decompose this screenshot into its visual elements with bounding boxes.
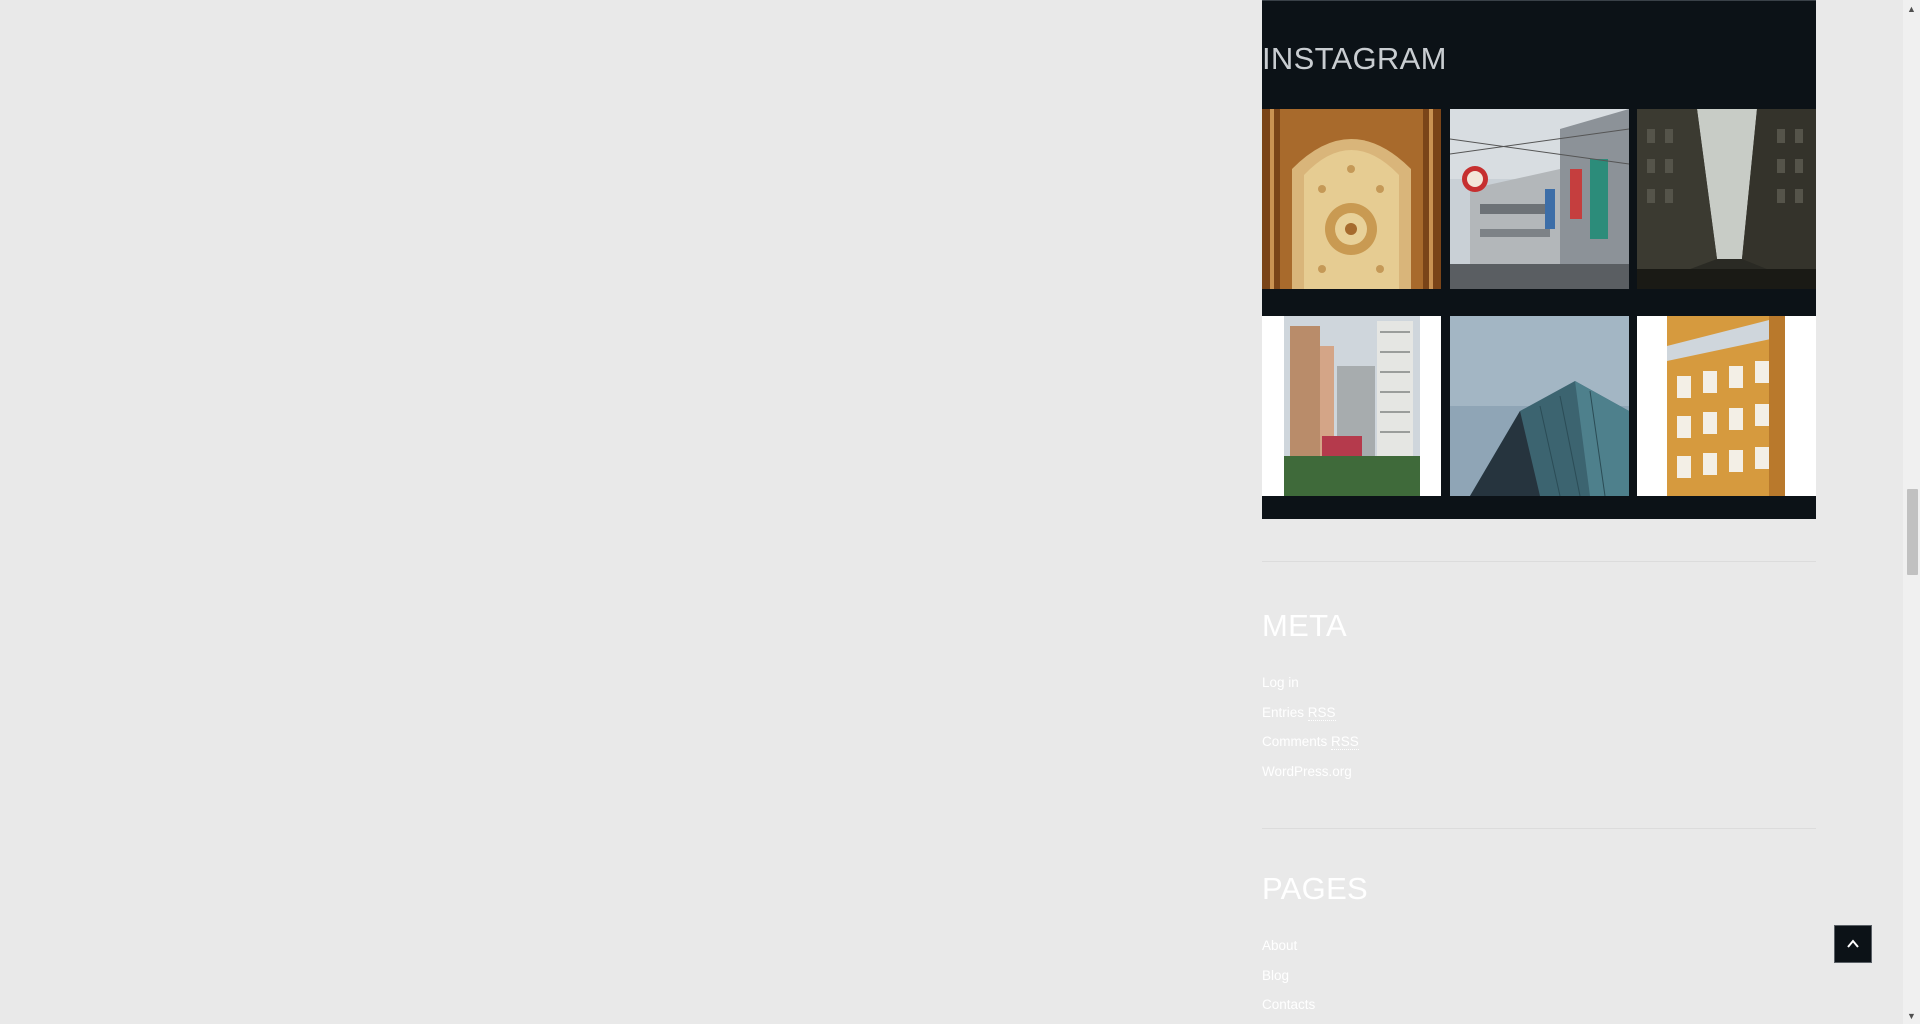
blog-link[interactable]: Blog xyxy=(1262,968,1289,983)
pages-title: PAGES xyxy=(1262,871,1369,906)
pages-item-blog: Blog xyxy=(1262,966,1315,996)
pages-item-about: About xyxy=(1262,936,1315,966)
instagram-photo-skyscraper[interactable] xyxy=(1450,316,1629,496)
entries-rss-label: Entries xyxy=(1262,704,1308,720)
meta-list: Log in Entries RSS Comments RSS WordPres… xyxy=(1262,673,1359,791)
instagram-photo-city-street[interactable] xyxy=(1637,109,1816,289)
instagram-photo-towers[interactable] xyxy=(1262,316,1441,496)
widget-divider xyxy=(1262,828,1816,829)
vertical-scrollbar[interactable]: ▲ ▼ xyxy=(1903,0,1920,1024)
meta-item-comments-rss: Comments RSS xyxy=(1262,732,1359,762)
triangle-down-icon: ▼ xyxy=(1907,1010,1916,1021)
wordpress-org-link[interactable]: WordPress.org xyxy=(1262,764,1352,779)
instagram-widget: INSTAGRAM xyxy=(1262,0,1816,519)
comments-rss-link[interactable]: Comments RSS xyxy=(1262,734,1359,750)
pages-list: About Blog Contacts xyxy=(1262,936,1315,1024)
chevron-up-icon xyxy=(1847,939,1859,948)
page: INSTAGRAM META Log in Entries RSS Commen… xyxy=(0,0,1920,1024)
comments-rss-label: Comments xyxy=(1262,734,1332,749)
scroll-up-button[interactable]: ▲ xyxy=(1903,0,1920,17)
instagram-photo-orange-building[interactable] xyxy=(1637,316,1816,496)
meta-item-login: Log in xyxy=(1262,673,1359,703)
entries-rss-link[interactable]: Entries RSS xyxy=(1262,704,1336,721)
meta-item-wordpress: WordPress.org xyxy=(1262,762,1359,792)
scroll-down-button[interactable]: ▼ xyxy=(1903,1007,1920,1024)
instagram-photo-door[interactable] xyxy=(1262,109,1441,289)
login-link[interactable]: Log in xyxy=(1262,675,1299,690)
back-to-top-button[interactable] xyxy=(1834,925,1872,963)
sidebar: INSTAGRAM META Log in Entries RSS Commen… xyxy=(1262,0,1816,1012)
about-link[interactable]: About xyxy=(1262,938,1297,953)
pages-item-contacts: Contacts xyxy=(1262,995,1315,1024)
instagram-title: INSTAGRAM xyxy=(1262,41,1447,76)
meta-title: META xyxy=(1262,608,1348,643)
contacts-link[interactable]: Contacts xyxy=(1262,997,1315,1012)
rss-abbr: RSS xyxy=(1331,734,1359,750)
triangle-up-icon: ▲ xyxy=(1907,3,1916,14)
rss-abbr: RSS xyxy=(1307,704,1336,721)
meta-item-entries-rss: Entries RSS xyxy=(1262,703,1359,733)
scrollbar-thumb[interactable] xyxy=(1907,489,1918,575)
widget-divider xyxy=(1262,561,1816,562)
instagram-photo-street-signs[interactable] xyxy=(1450,109,1629,289)
